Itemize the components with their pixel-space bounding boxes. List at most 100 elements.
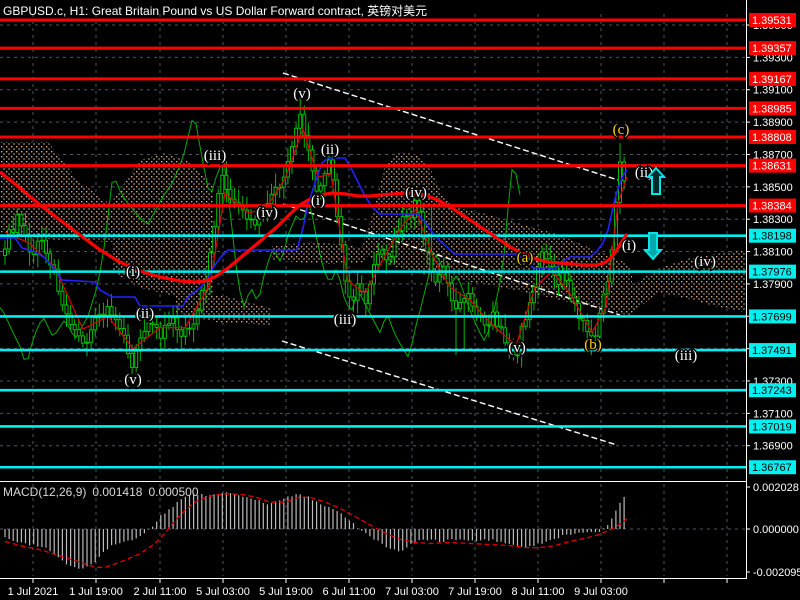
- price-level-badge-label: 1.39167: [752, 74, 792, 86]
- candle: [109, 306, 114, 316]
- price-tick-label: 1.38900: [753, 117, 793, 129]
- candle: [458, 301, 463, 310]
- candle: [3, 248, 7, 256]
- time-tick-label: 2 Jul 11:00: [133, 586, 186, 598]
- time-tick-label: 1 Jul 19:00: [69, 586, 123, 598]
- wave-label[interactable]: (b): [583, 336, 604, 355]
- macd-main-value: 0.001418: [92, 485, 143, 499]
- price-level-badge-label: 1.38198: [752, 231, 792, 243]
- candle: [154, 323, 159, 328]
- price-level-badge-label: 1.39357: [752, 43, 792, 55]
- trendline[interactable]: [281, 340, 618, 446]
- wave-label[interactable]: (v): [292, 85, 313, 104]
- wave-label[interactable]: (iii): [332, 311, 358, 330]
- candle: [462, 298, 467, 303]
- candle: [72, 323, 77, 331]
- price-level-badge-label: 1.37699: [752, 311, 792, 323]
- candle: [490, 311, 495, 326]
- candle: [7, 229, 12, 250]
- candle: [105, 306, 110, 316]
- candle: [89, 329, 94, 343]
- wave-label[interactable]: (i): [124, 263, 141, 282]
- price-level-badge-label: 1.38384: [752, 201, 792, 213]
- time-tick-label: 6 Jul 11:00: [322, 586, 375, 598]
- time-tick-label: 9 Jul 03:00: [574, 586, 628, 598]
- price-level-badge-label: 1.37976: [752, 267, 792, 279]
- candle: [134, 350, 139, 368]
- wave-label[interactable]: (v): [123, 371, 144, 390]
- macd-scale-label: -0.002095: [753, 567, 800, 579]
- price-level-badge-label: 1.36767: [752, 462, 792, 474]
- candle: [117, 319, 122, 330]
- wave-label[interactable]: (iv): [404, 184, 429, 203]
- ichimoku-cloud-region: [360, 152, 632, 316]
- wave-label[interactable]: (ii): [319, 141, 340, 160]
- candle: [544, 251, 549, 260]
- candle: [388, 256, 393, 261]
- macd-name: MACD(12,26,9): [3, 485, 87, 499]
- candle: [449, 282, 454, 302]
- macd-scale-label: 0.002028: [753, 482, 799, 494]
- candle: [76, 329, 81, 337]
- candle: [142, 331, 147, 339]
- price-level-badge-label: 1.37019: [752, 421, 792, 433]
- time-tick-label: 1 Jul 2021: [8, 586, 59, 598]
- price-level-badge-label: 1.39531: [752, 15, 792, 27]
- candle: [433, 271, 438, 283]
- candle: [44, 239, 48, 254]
- price-tick-label: 1.39100: [753, 85, 793, 97]
- wave-label[interactable]: (i): [620, 237, 637, 256]
- price-tick-label: 1.37100: [753, 408, 793, 420]
- candle: [23, 225, 28, 237]
- macd-signal-value: 0.000500: [148, 485, 199, 499]
- price-tick-label: 1.38300: [753, 214, 793, 226]
- wave-label[interactable]: (iii): [673, 347, 699, 366]
- wave-label[interactable]: (iv): [255, 204, 280, 223]
- wave-label[interactable]: (ii): [134, 305, 155, 324]
- chart-title: GBPUSD.c, H1: Great Britain Pound vs US …: [3, 4, 428, 18]
- candle: [121, 328, 126, 336]
- chart-canvas[interactable]: 1.395001.393001.391001.389001.387001.385…: [0, 0, 800, 600]
- wave-label[interactable]: (iv): [693, 253, 718, 272]
- time-axis: 1 Jul 2021 1 Jul 19:00 2 Jul 11:00 5 Jul 03…: [0, 578, 747, 598]
- price-axis: 1.395001.393001.391001.389001.387001.385…: [746, 0, 800, 600]
- candle: [486, 324, 491, 327]
- price-level-badge-label: 1.38985: [752, 103, 792, 115]
- price-level-badge-label: 1.38631: [752, 161, 792, 173]
- candle: [183, 327, 188, 337]
- wave-label[interactable]: (c): [611, 121, 631, 140]
- candle: [249, 218, 253, 221]
- price-level-badge-label: 1.38808: [752, 132, 792, 144]
- candle: [158, 326, 163, 339]
- candle: [15, 214, 20, 234]
- price-level-badge-label: 1.37243: [752, 385, 792, 397]
- candle: [187, 327, 192, 330]
- candle: [216, 193, 221, 228]
- candle: [224, 174, 229, 190]
- time-tick-label: 5 Jul 03:00: [196, 586, 250, 598]
- candle: [355, 283, 360, 301]
- candle: [376, 253, 381, 266]
- candle: [212, 226, 217, 254]
- time-tick-label: 7 Jul 03:00: [385, 586, 439, 598]
- candle: [454, 300, 458, 310]
- macd-indicator-label: MACD(12,26,9) 0.001418 0.000500: [3, 485, 205, 499]
- price-level-badge-label: 1.37491: [752, 345, 792, 357]
- price-tick-label: 1.38500: [753, 182, 793, 194]
- time-tick-label: 7 Jul 19:00: [448, 586, 502, 598]
- candle: [495, 311, 499, 327]
- wave-label[interactable]: (i): [309, 192, 326, 211]
- candle: [220, 174, 225, 195]
- candle: [351, 296, 356, 301]
- wave-label[interactable]: (iii): [202, 147, 228, 166]
- candle: [564, 272, 569, 282]
- candle: [380, 249, 385, 255]
- wave-label[interactable]: (a): [515, 249, 535, 268]
- candle: [437, 273, 442, 283]
- price-tick-label: 1.38100: [753, 247, 793, 259]
- candle: [499, 325, 504, 329]
- price-tick-label: 1.37900: [753, 279, 793, 291]
- candle: [150, 322, 155, 325]
- wave-label[interactable]: (v): [507, 339, 528, 358]
- candle: [347, 280, 352, 298]
